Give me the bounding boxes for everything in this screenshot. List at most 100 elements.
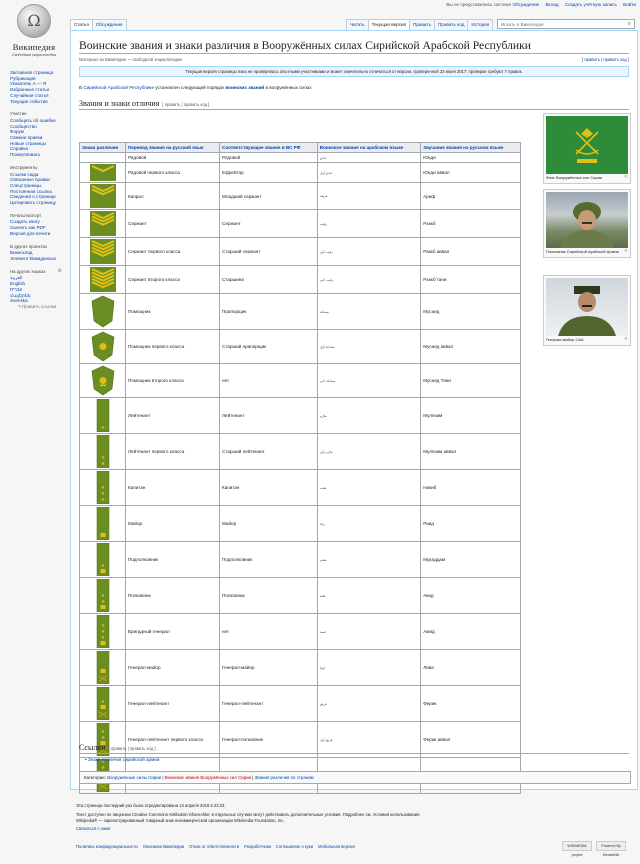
rank-name-ru: Генерал-лейтенант <box>124 685 221 722</box>
table-row: ★ ★ ★ Бригадный генерал нет عميد Амид <box>79 613 521 650</box>
talk-link[interactable]: Обсуждение <box>512 2 539 7</box>
column-header: Знаки различия <box>79 142 126 153</box>
sidebar-link[interactable]: Текущие события <box>10 99 68 105</box>
enlarge-icon[interactable]: ⇱ <box>625 248 628 254</box>
rank-name-ru: Подполковник <box>124 541 221 578</box>
insignia-icon[interactable]: ★ ★ <box>81 579 124 612</box>
category-link[interactable]: Звания различия по странам <box>255 775 314 780</box>
sidebar-link[interactable]: Элемент Викиданных <box>10 256 68 262</box>
personal-bar: Вы не представились системе Обсуждение В… <box>441 2 636 7</box>
insignia-icon[interactable]: ★ ★ <box>81 435 124 468</box>
mediawiki-icon[interactable]: Powered By MediaWiki <box>596 841 626 857</box>
intro-paragraph: В Сирийской Арабской Республике установл… <box>79 85 312 90</box>
enlarge-icon[interactable]: ⇱ <box>625 174 628 180</box>
tab-history[interactable]: История <box>467 19 494 30</box>
rank-arabic: رقيب ثاني <box>316 265 422 294</box>
wikimedia-icon[interactable]: WIKIMEDIA project <box>562 841 592 857</box>
thumbnail-caption: Флаг Вооружённых сил Сирии ⇱ <box>546 174 628 181</box>
search-input[interactable]: Искать в Википедии ⌕ <box>497 19 635 29</box>
rank-name-ru: Сержант <box>124 209 221 238</box>
sidebar-link[interactable]: Пожертвовать <box>10 152 68 158</box>
insignia-icon[interactable]: ★ <box>81 687 124 720</box>
category-link[interactable]: Воинские звания Вооружённых сил Сирии <box>165 775 251 780</box>
insignia-icon[interactable] <box>81 211 124 236</box>
svg-text:★: ★ <box>100 735 105 741</box>
contribs-link[interactable]: Вклад <box>545 2 558 7</box>
enlarge-icon[interactable]: ⇱ <box>625 336 628 342</box>
search-icon[interactable]: ⌕ <box>628 21 631 28</box>
svg-text:★: ★ <box>100 563 105 569</box>
section-edit-link[interactable]: [ править | править код ] <box>109 746 156 751</box>
create-account-link[interactable]: Создать учётную запись <box>565 2 617 7</box>
table-row: ★ ★ Лейтенант первого класса Старший лейтен… <box>79 433 521 470</box>
ranks-link[interactable]: воинских званий <box>226 85 265 90</box>
caption-text: Флаг Вооружённых сил Сирии <box>546 175 603 180</box>
caption-text: Генерал-майор САА <box>546 337 584 342</box>
rank-name-ru: Помощник первого класса <box>124 329 221 364</box>
column-header: Перевод звания на русский язык <box>124 142 221 153</box>
insignia-cell <box>79 182 126 210</box>
footer-link[interactable]: Политика конфиденциальности <box>76 844 138 849</box>
footer-link[interactable]: Соглашение о куки <box>276 844 313 849</box>
insignia-icon[interactable] <box>81 331 124 362</box>
tab-current-version[interactable]: Текущая версия <box>367 19 411 30</box>
table-row: Рядовой первого класса Ефрейтор جندي أول Юн… <box>79 162 521 183</box>
edit-links[interactable]: ✎Править ссылки <box>10 304 68 310</box>
insignia-cell <box>79 209 126 238</box>
insignia-icon[interactable] <box>81 365 124 396</box>
insignia-icon[interactable]: ★ <box>81 543 124 576</box>
svg-text:★: ★ <box>100 635 105 641</box>
photo-image[interactable] <box>546 278 628 336</box>
rank-name-ru: Помощник <box>124 293 221 330</box>
insignia-icon[interactable]: ★★★ <box>81 471 124 504</box>
table-row: Сержант Сержант رقيب Раккб <box>79 209 521 238</box>
sidebar-link[interactable]: Версия для печати <box>10 231 68 237</box>
insignia-cell <box>79 237 126 266</box>
site-logo[interactable]: Википедия Свободная энциклопедия <box>4 4 64 62</box>
tab-article[interactable]: Статья <box>70 19 93 30</box>
gear-icon[interactable]: ⚙ <box>58 268 62 275</box>
edit-links[interactable]: [ править | править код ] <box>582 57 629 62</box>
rank-pronunciation: Раккб аввал <box>420 237 521 266</box>
thumbnail-flag[interactable]: Флаг Вооружённых сил Сирии ⇱ <box>543 113 631 184</box>
flag-image[interactable] <box>546 116 628 174</box>
tab-edit-code[interactable]: Править код <box>433 19 469 30</box>
rank-arabic: ملازم <box>316 397 422 434</box>
thumbnail-photo[interactable]: Полковник Сирийской Арабской Армии ⇱ <box>543 189 631 258</box>
contact-link[interactable]: Связаться с нами <box>76 826 110 831</box>
rank-equivalent-rf: Младший сержант <box>219 182 318 210</box>
footer-link[interactable]: Мобильная версия <box>318 844 355 849</box>
table-row: ★ ★ ★ Капитан Капитан نقيب Накиб <box>79 469 521 506</box>
insignia-icon[interactable] <box>81 507 124 540</box>
rank-arabic: نقيب <box>316 469 422 506</box>
svg-text:★: ★ <box>100 629 105 635</box>
tab-edit[interactable]: Править <box>409 19 435 30</box>
insignia-icon[interactable] <box>81 164 124 181</box>
rank-equivalent-rf: Старший сержант <box>219 237 318 266</box>
login-link[interactable]: Войти <box>623 2 636 7</box>
category-link[interactable]: Вооружённые силы Сирии <box>107 775 161 780</box>
tab-read[interactable]: Читать <box>346 19 369 30</box>
footer-link[interactable]: Описание Википедии <box>143 844 184 849</box>
insignia-icon[interactable] <box>81 184 124 208</box>
thumbnail-photo[interactable]: Генерал-майор САА ⇱ <box>543 275 631 346</box>
insignia-icon[interactable]: ★★★ <box>81 615 124 648</box>
rank-pronunciation: Ферик <box>420 685 521 722</box>
external-link[interactable]: Знаки различия сирийской армии <box>88 757 160 762</box>
syria-link[interactable]: Сирийской Арабской Республике <box>83 85 154 90</box>
tab-talk[interactable]: Обсуждение <box>91 19 127 30</box>
rank-pronunciation: Ариф <box>420 182 521 210</box>
insignia-icon[interactable] <box>81 651 124 684</box>
sidebar-link[interactable]: Цитировать страницу <box>10 200 68 206</box>
section-edit-link[interactable]: [ править | править код ] <box>162 102 209 107</box>
insignia-icon[interactable] <box>81 239 124 264</box>
insignia-icon[interactable]: ★ <box>81 399 124 432</box>
insignia-icon[interactable] <box>81 295 124 328</box>
photo-image[interactable] <box>546 192 628 248</box>
footer-link[interactable]: Отказ от ответственности <box>189 844 239 849</box>
insignia-icon[interactable] <box>81 267 124 292</box>
thumbnail-caption: Генерал-майор САА ⇱ <box>546 336 628 343</box>
footer-link[interactable]: Разработчики <box>244 844 271 849</box>
rank-equivalent-rf: нет <box>219 363 318 398</box>
insignia-cell: ★ ★ <box>79 433 126 470</box>
